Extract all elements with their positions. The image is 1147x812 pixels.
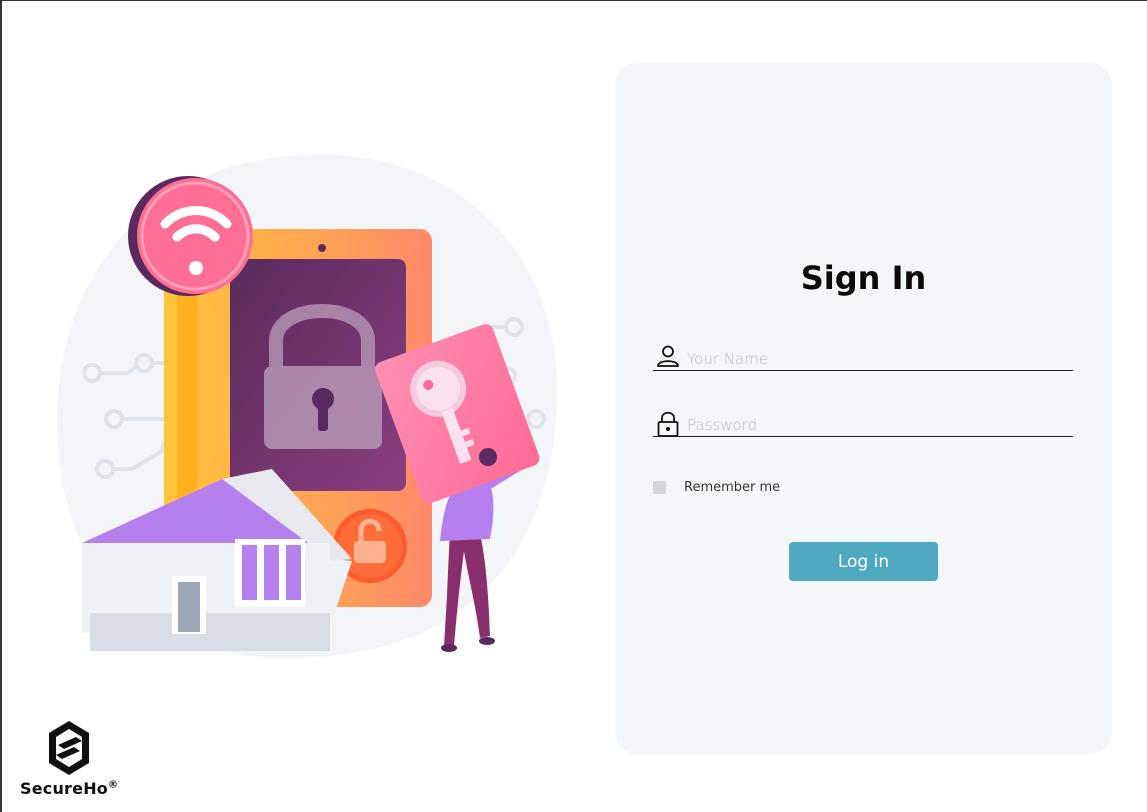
- smart-home-security-illustration: [57, 154, 558, 659]
- brand-logo: SecureHo®: [20, 717, 140, 807]
- remember-label: Remember me: [684, 480, 781, 495]
- remember-checkbox[interactable]: [653, 481, 666, 494]
- password-field: [653, 411, 1073, 437]
- user-icon: [656, 345, 680, 371]
- brand-name: SecureHo®: [20, 779, 119, 798]
- name-field: [653, 345, 1073, 371]
- lock-icon: [656, 411, 680, 441]
- remember-me: Remember me: [653, 480, 780, 495]
- login-button[interactable]: Log in: [789, 542, 938, 581]
- login-page: SecureHo® Sign In Your Name Remember me …: [0, 0, 1147, 812]
- hero-illustration: [52, 151, 572, 671]
- secureho-logo-icon: [49, 721, 89, 775]
- password-input[interactable]: [687, 415, 1067, 435]
- signin-title: Sign In: [800, 259, 927, 297]
- name-input[interactable]: [687, 349, 1067, 369]
- signin-card: Sign In Remember me: [615, 63, 1112, 754]
